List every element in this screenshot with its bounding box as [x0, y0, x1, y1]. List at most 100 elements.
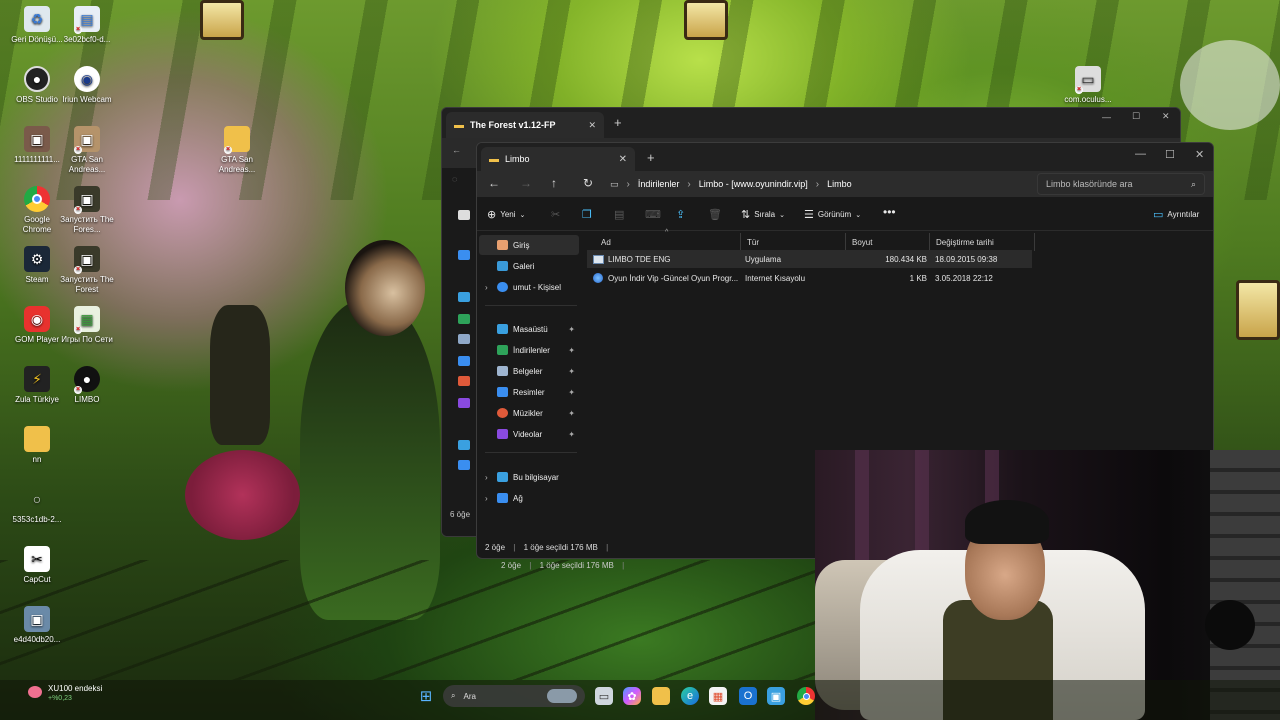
desktop-icon-folder-nn[interactable]: nn: [9, 426, 65, 465]
up-arrow-icon[interactable]: ↑: [551, 176, 557, 190]
task-view-icon[interactable]: ▭: [595, 687, 613, 705]
nav-item-videos[interactable]: Videolar ✦: [479, 424, 579, 444]
paste-icon[interactable]: ▤: [614, 208, 624, 221]
this-pc-icon[interactable]: [458, 440, 470, 450]
taskbar-search[interactable]: ⌕ Ara: [443, 685, 585, 707]
nav-item-pictures[interactable]: Resimler ✦: [479, 382, 579, 402]
desktop-icon-obs[interactable]: ● OBS Studio: [9, 66, 65, 105]
pin-icon[interactable]: ✦: [568, 367, 575, 376]
desktop-icon-gta-folder[interactable]: × GTA San Andreas...: [209, 126, 265, 175]
nav-item-music[interactable]: Müzikler ✦: [479, 403, 579, 423]
view-button[interactable]: ☰ Görünüm ⌄: [804, 208, 861, 221]
more-options-icon[interactable]: •••: [883, 205, 896, 219]
close-icon[interactable]: ✕: [588, 120, 596, 131]
breadcrumb-limbo-folder[interactable]: Limbo - [www.oyunindir.vip]: [699, 179, 808, 189]
minimize-icon[interactable]: —: [1102, 112, 1111, 122]
cut-icon[interactable]: ✂: [551, 208, 560, 221]
pin-icon[interactable]: ✦: [568, 430, 575, 439]
downloads-icon[interactable]: [458, 314, 470, 324]
column-header-type[interactable]: Tür: [741, 233, 846, 251]
edge-icon[interactable]: e: [681, 687, 699, 705]
pictures-icon[interactable]: [458, 356, 470, 366]
new-tab-icon[interactable]: +: [614, 115, 622, 130]
desktop-icon-oculus[interactable]: ▭ × com.oculus...: [1060, 66, 1116, 105]
copilot-icon[interactable]: ✿: [623, 687, 641, 705]
breadcrumb-downloads[interactable]: İndirilenler: [638, 179, 680, 189]
sort-button[interactable]: ⇅ Sırala ⌄: [741, 208, 785, 221]
desktop-icon-gom[interactable]: ◉ GOM Player: [9, 306, 65, 345]
address-bar[interactable]: ▭ › İndirilenler › Limbo - [www.oyunindi…: [610, 173, 1030, 195]
share-icon[interactable]: ⇪: [676, 208, 685, 221]
forward-arrow-icon[interactable]: →: [520, 176, 532, 190]
photos-icon[interactable]: ▣: [767, 687, 785, 705]
videos-icon[interactable]: [458, 398, 470, 408]
close-tab-icon[interactable]: ✕: [619, 154, 627, 165]
desktop-icon-label: Google Chrome: [22, 215, 52, 234]
pin-icon[interactable]: ✦: [568, 325, 575, 334]
desktop-icon-capcut[interactable]: ✂ CapCut: [9, 546, 65, 585]
close-window-icon[interactable]: ✕: [1195, 148, 1204, 161]
desktop-icon-limbo[interactable]: ● × LIMBO: [59, 366, 115, 405]
breadcrumb-limbo[interactable]: Limbo: [827, 179, 852, 189]
music-icon[interactable]: [458, 376, 470, 386]
pin-icon[interactable]: ✦: [568, 388, 575, 397]
windows-start-icon[interactable]: ⊞: [417, 687, 435, 705]
nav-item-onedrive[interactable]: › umut - Kişisel: [479, 277, 579, 297]
network-icon[interactable]: [458, 460, 470, 470]
nav-item-desktop[interactable]: Masaüstü ✦: [479, 319, 579, 339]
copy-icon[interactable]: ❐: [582, 208, 592, 221]
search-input[interactable]: Limbo klasöründe ara ⌕: [1037, 173, 1205, 195]
maximize-icon[interactable]: ☐: [1132, 111, 1140, 122]
pin-icon[interactable]: ✦: [568, 346, 575, 355]
store-icon[interactable]: ▦: [709, 687, 727, 705]
maximize-icon[interactable]: ☐: [1165, 148, 1175, 161]
details-button[interactable]: ▭ Ayrıntılar: [1153, 208, 1199, 221]
desktop-icon-file[interactable]: ▤ × 3e02bcf0-d...: [59, 6, 115, 45]
desktop-icon-gta[interactable]: ▣ × GTA San Andreas...: [59, 126, 115, 175]
minimize-icon[interactable]: —: [1135, 148, 1146, 160]
rename-icon[interactable]: ⌨: [645, 208, 661, 221]
tab-limbo[interactable]: ▬ Limbo ✕: [481, 147, 635, 171]
file-row[interactable]: Oyun İndir Vip -Güncel Oyun Progr... Int…: [587, 269, 1032, 287]
new-button[interactable]: ⊕ Yeni ⌄: [487, 208, 525, 221]
nav-item-network[interactable]: › Ağ: [479, 488, 579, 508]
home-icon[interactable]: [458, 210, 470, 220]
onedrive-icon[interactable]: [458, 250, 470, 260]
close-window-icon[interactable]: ✕: [1162, 111, 1170, 122]
pin-icon[interactable]: ✦: [568, 409, 575, 418]
desktop-icon-iriun[interactable]: ◉ Iriun Webcam: [59, 66, 115, 105]
file-explorer-icon[interactable]: [652, 687, 670, 705]
nav-item-this-pc[interactable]: › Bu bilgisayar: [479, 467, 579, 487]
desktop-icon-chrome[interactable]: Google Chrome: [9, 186, 65, 235]
desktop-icon-file-2[interactable]: ○ 5353c1db-2...: [9, 486, 65, 525]
nav-item-downloads[interactable]: İndirilenler ✦: [479, 340, 579, 360]
nav-item-gallery[interactable]: Galeri: [479, 256, 579, 276]
desktop-icon-image[interactable]: ▣ 1111111111...: [9, 126, 65, 165]
outlook-icon[interactable]: O: [739, 687, 757, 705]
column-header-date[interactable]: Değiştirme tarihi: [930, 233, 1035, 251]
desktop-icon-image-2[interactable]: ▣ e4d40db20...: [9, 606, 65, 645]
desktop-icon-online-games[interactable]: ▦ × Игры По Сети: [59, 306, 115, 345]
desktop-icon-forest[interactable]: ▣ × Запустить The Forest: [59, 246, 115, 295]
nav-item-documents[interactable]: Belgeler ✦: [479, 361, 579, 381]
chrome-icon[interactable]: [797, 687, 815, 705]
error-badge-icon: ×: [74, 266, 82, 274]
back-arrow-icon[interactable]: ←: [452, 145, 461, 155]
documents-icon[interactable]: [458, 334, 470, 344]
desktop-folder-icon[interactable]: [458, 292, 470, 302]
nav-item-home[interactable]: Giriş: [479, 235, 579, 255]
new-tab-icon[interactable]: +: [647, 150, 655, 165]
desktop-icon-zula[interactable]: ⚡ Zula Türkiye: [9, 366, 65, 405]
desktop-icon-steam[interactable]: ⚙ Steam: [9, 246, 65, 285]
column-header-size[interactable]: Boyut: [846, 233, 930, 251]
back-arrow-icon[interactable]: ←: [488, 176, 500, 190]
delete-icon[interactable]: 🗑: [708, 208, 722, 221]
desktop-icon-label: Zula Türkiye: [15, 395, 59, 404]
stock-widget[interactable]: XU100 endeksi +%0,23: [28, 684, 102, 702]
refresh-icon[interactable]: ↻: [583, 176, 593, 190]
desktop-icon-recycle-bin[interactable]: ♻ Geri Dönüşü...: [9, 6, 65, 45]
desktop-icon-forest-launcher[interactable]: ▣ × Запустить The Fores...: [59, 186, 115, 235]
back-tab[interactable]: ▬ The Forest v1.12-FP ✕: [446, 112, 604, 138]
file-row[interactable]: LIMBO TDE ENG Uygulama 180.434 KB 18.09.…: [587, 250, 1032, 268]
cam-microphone: [1205, 600, 1255, 650]
